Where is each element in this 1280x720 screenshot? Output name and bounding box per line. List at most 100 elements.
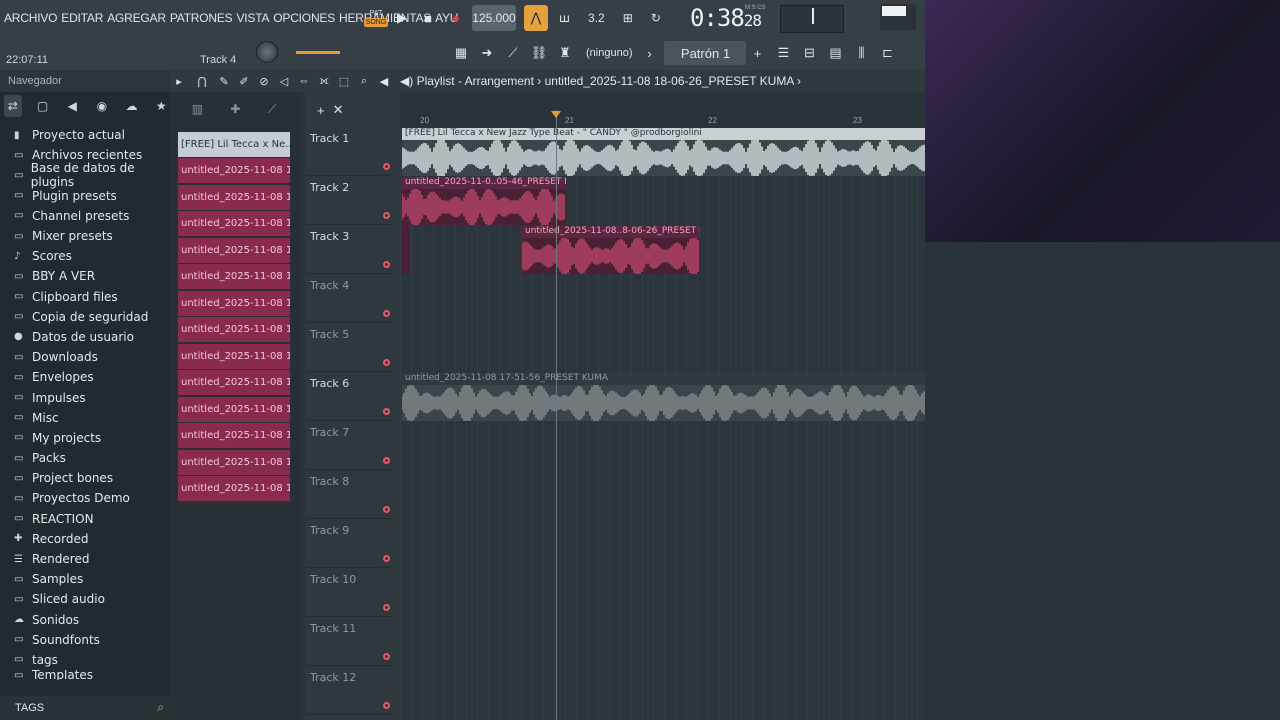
track-header[interactable]: Track 10: [305, 569, 395, 617]
plugin-db-icon[interactable]: ◉: [93, 95, 111, 117]
picker-pattern-icon[interactable]: ▥: [192, 102, 203, 122]
stamp-icon[interactable]: ♜: [554, 42, 576, 64]
picker-clip[interactable]: untitled_2025-11-08 17-..: [178, 264, 290, 289]
picker-audio-icon[interactable]: ✚: [230, 102, 240, 122]
pattern-selector[interactable]: Patrón 1: [664, 41, 747, 65]
playhead[interactable]: [556, 110, 557, 720]
browser-item[interactable]: ▭ Channel presets: [0, 206, 170, 226]
mute-led-icon[interactable]: [383, 653, 390, 660]
zoom-icon[interactable]: ⌕: [356, 70, 372, 92]
files-icon[interactable]: ▢: [34, 95, 52, 117]
all-files-icon[interactable]: ⇄: [4, 95, 22, 117]
browser-item[interactable]: ▭ Clipboard files: [0, 287, 170, 307]
mixer-icon[interactable]: ⫼: [850, 42, 872, 64]
magnet-icon[interactable]: ⋂: [192, 70, 212, 92]
menu-vista[interactable]: VISTA: [236, 11, 269, 25]
track-header[interactable]: Track 8: [305, 471, 395, 519]
browser-item[interactable]: ▭ Templates: [0, 670, 170, 680]
track-header[interactable]: Track 3: [305, 226, 395, 274]
menu-editar[interactable]: EDITAR: [61, 11, 103, 25]
picker-clip[interactable]: untitled_2025-11-08 17-..: [178, 211, 290, 236]
cloud-icon[interactable]: ☁: [123, 95, 141, 117]
mute-led-icon[interactable]: [383, 702, 390, 709]
play-button[interactable]: ▶: [392, 5, 412, 31]
track-header[interactable]: Track 4: [305, 275, 395, 323]
arrow-right-icon[interactable]: ➜: [476, 42, 498, 64]
browser-item[interactable]: ☁ Sonidos: [0, 610, 170, 630]
playlist-icon[interactable]: ☰: [772, 42, 794, 64]
browser-item[interactable]: ▭ Mixer presets: [0, 226, 170, 246]
midi-input-select[interactable]: (ninguno): [586, 47, 632, 59]
clip-title[interactable]: untitled_2025-11-08 17-51-56_PRESET KUMA: [402, 373, 925, 385]
delete-icon[interactable]: ⊘: [256, 70, 272, 92]
clip-title[interactable]: [FREE] Lil Tecca x New Jazz Type Beat - …: [402, 128, 925, 140]
pencil-icon[interactable]: ✎: [216, 70, 232, 92]
speaker-icon[interactable]: ◀: [63, 95, 81, 117]
master-knob[interactable]: [256, 41, 278, 63]
stop-button[interactable]: ■: [418, 5, 438, 31]
clip-body[interactable]: [402, 226, 410, 274]
mute-led-icon[interactable]: [383, 212, 390, 219]
picker-clip[interactable]: untitled_2025-11-08 18-..: [178, 423, 290, 448]
menu-patrones[interactable]: PATRONES: [170, 11, 233, 25]
browser-item[interactable]: ▭ Misc: [0, 408, 170, 428]
track-header[interactable]: Track 12: [305, 667, 395, 715]
browser-item[interactable]: ▭ Impulses: [0, 387, 170, 407]
picker-clip[interactable]: untitled_2025-11-08 18-..: [178, 370, 290, 395]
browser-item[interactable]: ▭ Base de datos de plugins: [0, 161, 170, 189]
mute-led-icon[interactable]: [383, 408, 390, 415]
search-icon[interactable]: ⌕: [157, 700, 164, 715]
browser-item[interactable]: ▭ Packs: [0, 448, 170, 468]
browser-item[interactable]: ▮ Proyecto actual: [0, 125, 170, 145]
master-volume-slider[interactable]: [296, 51, 340, 54]
loop-record-icon[interactable]: ↻: [651, 11, 661, 25]
menu-agregar[interactable]: AGREGAR: [107, 11, 166, 25]
menu-archivo[interactable]: ARCHIVO: [4, 11, 57, 25]
wait-input-icon[interactable]: ꟺ: [559, 11, 570, 25]
track-header[interactable]: Track 9: [305, 520, 395, 568]
browser-item[interactable]: ▭ tags: [0, 650, 170, 670]
channel-rack-icon[interactable]: ⊟: [798, 42, 820, 64]
close-icon[interactable]: ✕: [333, 102, 344, 118]
picker-clip[interactable]: untitled_2025-11-08 17-..: [178, 158, 290, 183]
browser-item[interactable]: ▭ My projects: [0, 428, 170, 448]
browser-item[interactable]: ▭ Project bones: [0, 468, 170, 488]
picker-clip[interactable]: untitled_2025-11-08 17-..: [178, 185, 290, 210]
picker-clip[interactable]: untitled_2025-11-08 17-..: [178, 238, 290, 263]
picker-clip[interactable]: untitled_2025-11-08 17-..: [178, 317, 290, 342]
mute-led-icon[interactable]: [383, 359, 390, 366]
slice-icon[interactable]: ⟗: [316, 70, 332, 92]
mute-led-icon[interactable]: [383, 506, 390, 513]
timeline-ruler[interactable]: 20 21 22 23: [400, 110, 925, 128]
browser-item[interactable]: ☰ Rendered: [0, 549, 170, 569]
link-icon[interactable]: ⛓: [528, 42, 550, 64]
mute-led-icon[interactable]: [383, 604, 390, 611]
picker-clip[interactable]: untitled_2025-11-08 17-..: [178, 291, 290, 316]
piano-roll-icon[interactable]: ▤: [824, 42, 846, 64]
clip-title[interactable]: untitled_2025-11-08..8-06-26_PRESET KUMA: [522, 226, 700, 238]
slip-icon[interactable]: ⇔: [296, 70, 312, 92]
track-header[interactable]: Track 2: [305, 177, 395, 225]
track-header[interactable]: Track 11: [305, 618, 395, 666]
menu-opciones[interactable]: OPCIONES: [273, 11, 335, 25]
picker-clip[interactable]: untitled_2025-11-08 17-..: [178, 344, 290, 369]
star-icon[interactable]: ★: [152, 95, 170, 117]
arrow-right-icon[interactable]: ▸: [170, 70, 188, 92]
browser-item[interactable]: ▭ Sliced audio: [0, 589, 170, 609]
playhead-marker[interactable]: [551, 111, 561, 118]
mute-led-icon[interactable]: [383, 457, 390, 464]
record-button[interactable]: ●: [446, 5, 466, 31]
browser-item[interactable]: ▭ Copia de seguridad: [0, 307, 170, 327]
countdown-icon[interactable]: 3.2: [588, 11, 605, 25]
clip-title[interactable]: untitled_2025-11-0..05-46_PRESET KUMA: [402, 177, 566, 189]
picker-clip[interactable]: [FREE] Lil Tecca x Ne..: [178, 132, 290, 157]
track-header[interactable]: Track 5: [305, 324, 395, 372]
browser-item[interactable]: ▭ Soundfonts: [0, 630, 170, 650]
step-edit-icon[interactable]: ⊞: [623, 11, 633, 25]
track-header[interactable]: Track 6: [305, 373, 395, 421]
add-pattern-icon[interactable]: +: [746, 42, 768, 64]
piano-icon[interactable]: ▦: [450, 42, 472, 64]
browser-item[interactable]: ▭ BBY A VER: [0, 266, 170, 286]
browser-item[interactable]: ▭ Downloads: [0, 347, 170, 367]
browser-item[interactable]: ▭ Samples: [0, 569, 170, 589]
